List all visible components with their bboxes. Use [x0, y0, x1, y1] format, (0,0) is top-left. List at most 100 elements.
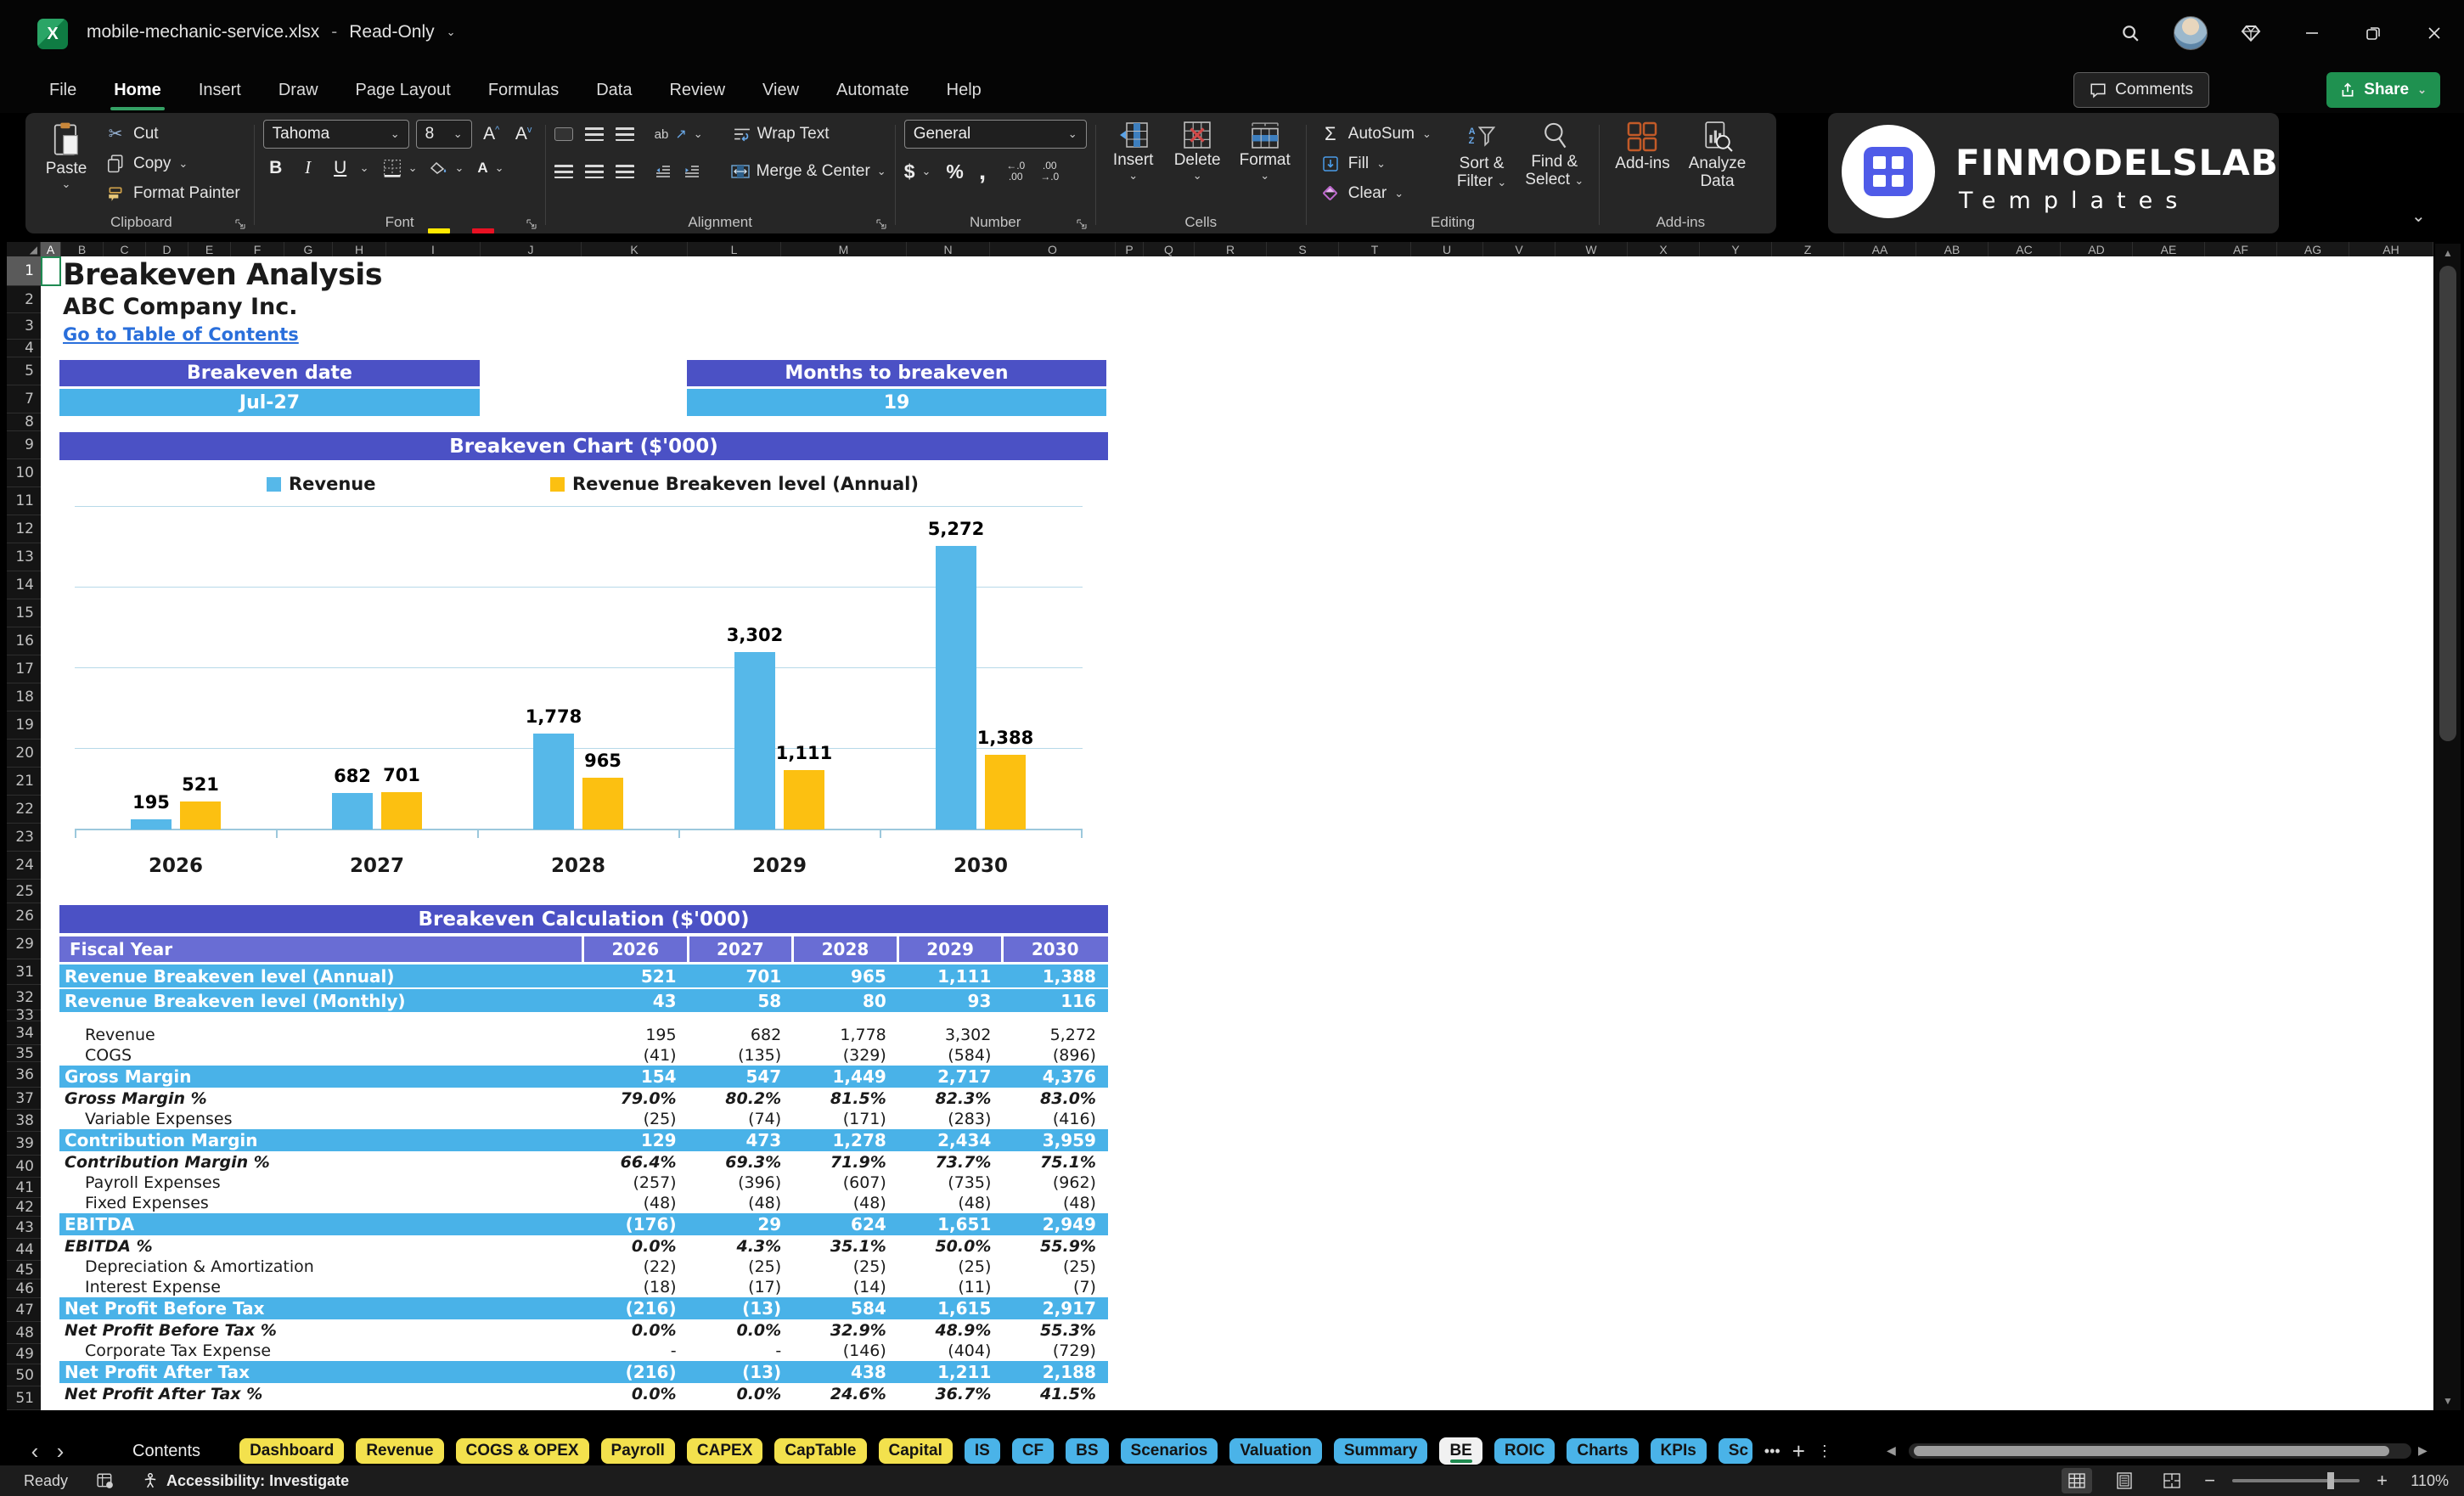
row-header-13[interactable]: 13 — [7, 543, 41, 571]
menu-tab-page-layout[interactable]: Page Layout — [337, 72, 470, 109]
horizontal-scrollbar[interactable] — [1909, 1443, 2411, 1459]
row-header-10[interactable]: 10 — [7, 459, 41, 487]
sheet-tab-contents[interactable]: Contents — [132, 1442, 200, 1461]
row-header-19[interactable]: 19 — [7, 711, 41, 740]
title-chevron-down-icon[interactable]: ⌄ — [447, 26, 456, 37]
row-header-5[interactable]: 5 — [7, 357, 41, 385]
bold-button[interactable]: B — [263, 158, 289, 178]
column-header-X[interactable]: X — [1628, 242, 1700, 256]
column-header-H[interactable]: H — [333, 242, 386, 256]
menu-tab-insert[interactable]: Insert — [180, 72, 260, 109]
column-header-Y[interactable]: Y — [1700, 242, 1772, 256]
row-header-47[interactable]: 47 — [7, 1298, 41, 1322]
user-avatar[interactable] — [2174, 16, 2208, 50]
menu-tab-help[interactable]: Help — [928, 72, 1000, 109]
document-mode[interactable]: Read-Only — [349, 22, 434, 42]
page-break-view-button[interactable] — [2157, 1468, 2187, 1493]
sheet-tab-kpis[interactable]: KPIs — [1650, 1438, 1707, 1464]
autosum-button[interactable]: Σ AutoSum ⌄ — [1315, 120, 1437, 148]
sheet-tab-revenue[interactable]: Revenue — [356, 1438, 444, 1464]
column-header-G[interactable]: G — [284, 242, 333, 256]
align-right-button[interactable] — [615, 165, 634, 178]
share-button[interactable]: Share ⌄ — [2326, 72, 2440, 108]
row-header-24[interactable]: 24 — [7, 852, 41, 880]
sheet-tab-captable[interactable]: CapTable — [774, 1438, 867, 1464]
page-layout-view-button[interactable] — [2109, 1468, 2140, 1493]
row-header-36[interactable]: 36 — [7, 1062, 41, 1088]
row-header-16[interactable]: 16 — [7, 627, 41, 655]
menu-tab-view[interactable]: View — [744, 72, 818, 109]
increase-indent-button[interactable] — [684, 165, 700, 178]
menu-tab-automate[interactable]: Automate — [818, 72, 928, 109]
decrease-decimal-button[interactable]: .00 →.0 — [1040, 160, 1059, 183]
paste-button[interactable]: Paste ⌄ — [37, 120, 95, 190]
column-header-AA[interactable]: AA — [1844, 242, 1916, 256]
row-header-41[interactable]: 41 — [7, 1178, 41, 1198]
zoom-out-button[interactable]: − — [2204, 1470, 2215, 1492]
scroll-down-icon[interactable]: ▼ — [2435, 1395, 2461, 1407]
font-family-select[interactable]: Tahoma ⌄ — [262, 120, 409, 149]
increase-decimal-button[interactable]: ←.0.00 — [1006, 160, 1025, 183]
row-header-37[interactable]: 37 — [7, 1088, 41, 1110]
comments-button[interactable]: Comments — [2073, 72, 2209, 108]
analyze-data-button[interactable]: Analyze Data — [1682, 120, 1753, 192]
copy-button[interactable]: Copy ⌄ — [100, 149, 245, 177]
select-all-corner[interactable]: ◢ — [7, 242, 41, 256]
column-header-B[interactable]: B — [61, 242, 104, 256]
column-header-K[interactable]: K — [582, 242, 688, 256]
fill-color-button[interactable] — [428, 161, 451, 233]
column-header-P[interactable]: P — [1116, 242, 1144, 256]
merge-center-button[interactable]: Merge & Center ⌄ — [730, 162, 886, 181]
number-dialog-launcher[interactable] — [1077, 219, 1087, 229]
row-header-1[interactable]: 1 — [7, 256, 41, 286]
font-dialog-launcher[interactable] — [526, 219, 537, 229]
column-header-W[interactable]: W — [1555, 242, 1628, 256]
decrease-indent-button[interactable] — [655, 165, 672, 178]
row-header-12[interactable]: 12 — [7, 515, 41, 543]
row-header-9[interactable]: 9 — [7, 431, 41, 459]
sheet-tab-summary[interactable]: Summary — [1333, 1438, 1428, 1464]
sort-filter-button[interactable]: AZ Sort & Filter ⌄ — [1450, 120, 1513, 192]
column-header-N[interactable]: N — [907, 242, 990, 256]
font-color-button[interactable]: A — [471, 160, 494, 233]
column-header-V[interactable]: V — [1483, 242, 1555, 256]
row-header-4[interactable]: 4 — [7, 340, 41, 357]
column-header-D[interactable]: D — [146, 242, 188, 256]
middle-align-button[interactable] — [554, 127, 573, 141]
column-header-E[interactable]: E — [188, 242, 231, 256]
row-header-7[interactable]: 7 — [7, 385, 41, 413]
row-header-46[interactable]: 46 — [7, 1279, 41, 1298]
menu-tab-draw[interactable]: Draw — [260, 72, 337, 109]
column-header-Q[interactable]: Q — [1144, 242, 1195, 256]
sheet-tab-valuation[interactable]: Valuation — [1229, 1438, 1322, 1464]
fill-button[interactable]: Fill ⌄ — [1315, 149, 1437, 177]
sheet-tab-cf[interactable]: CF — [1011, 1438, 1055, 1464]
row-header-14[interactable]: 14 — [7, 571, 41, 599]
column-header-F[interactable]: F — [231, 242, 284, 256]
row-header-22[interactable]: 22 — [7, 796, 41, 824]
row-header-43[interactable]: 43 — [7, 1217, 41, 1239]
row-header-48[interactable]: 48 — [7, 1322, 41, 1344]
row-header-49[interactable]: 49 — [7, 1344, 41, 1364]
zoom-in-button[interactable]: + — [2377, 1470, 2388, 1492]
borders-button[interactable] — [383, 159, 402, 177]
font-color-chevron-icon[interactable]: ⌄ — [495, 162, 504, 173]
minimize-button[interactable] — [2294, 15, 2330, 51]
column-header-U[interactable]: U — [1411, 242, 1483, 256]
italic-button[interactable]: I — [295, 157, 321, 178]
row-header-2[interactable]: 2 — [7, 286, 41, 313]
column-header-S[interactable]: S — [1267, 242, 1339, 256]
align-center-button[interactable] — [584, 165, 604, 178]
clear-button[interactable]: Clear ⌄ — [1315, 179, 1437, 207]
menu-tab-data[interactable]: Data — [577, 72, 650, 109]
cut-button[interactable]: ✂ Cut — [100, 120, 245, 148]
sheet-tab-charts[interactable]: Charts — [1567, 1438, 1639, 1464]
accessibility-status[interactable]: Accessibility: Investigate — [143, 1472, 349, 1490]
tabs-scroll-right-icon[interactable]: › — [48, 1438, 73, 1465]
row-header-45[interactable]: 45 — [7, 1261, 41, 1279]
row-header-39[interactable]: 39 — [7, 1132, 41, 1156]
align-left-button[interactable] — [554, 165, 573, 178]
restore-button[interactable] — [2355, 15, 2391, 51]
worksheet[interactable]: Breakeven Analysis ABC Company Inc. Go t… — [41, 256, 2433, 1410]
format-cells-button[interactable]: Format ⌄ — [1233, 120, 1297, 182]
